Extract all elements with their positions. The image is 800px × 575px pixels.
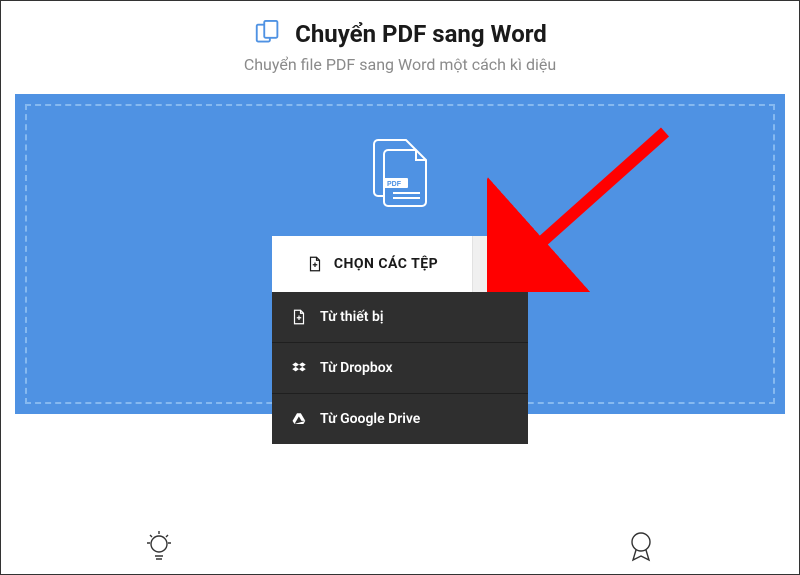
file-dropzone[interactable]: PDF CHỌN CÁC TỆP [15, 94, 785, 414]
page-subtitle: Chuyển file PDF sang Word một cách kì di… [1, 55, 799, 74]
choose-row: CHỌN CÁC TỆP [272, 236, 528, 292]
footer-icons [1, 528, 799, 564]
svg-text:PDF: PDF [387, 181, 402, 188]
dropzone-wrap: PDF CHỌN CÁC TỆP [1, 84, 799, 414]
menu-item-label: Từ Google Drive [320, 411, 420, 427]
dropbox-icon [290, 359, 308, 377]
page-header: Chuyển PDF sang Word Chuyển file PDF san… [1, 1, 799, 84]
award-icon [623, 528, 659, 564]
app-frame: Chuyển PDF sang Word Chuyển file PDF san… [0, 0, 800, 575]
menu-item-label: Từ Dropbox [320, 360, 393, 376]
pdf-file-icon: PDF [360, 130, 440, 210]
menu-item-gdrive[interactable]: Từ Google Drive [272, 394, 528, 444]
lightbulb-icon [141, 528, 177, 564]
add-file-icon [306, 255, 324, 273]
source-menu: Từ thiết bị Từ Dropbox Từ Google Drive [272, 292, 528, 444]
chevron-up-icon [493, 256, 509, 272]
menu-item-dropbox[interactable]: Từ Dropbox [272, 343, 528, 394]
header-row: Chuyển PDF sang Word [1, 19, 799, 49]
page-title: Chuyển PDF sang Word [295, 20, 547, 48]
add-file-icon [290, 308, 308, 326]
choose-files-button[interactable]: CHỌN CÁC TỆP [272, 236, 472, 292]
choose-files-label: CHỌN CÁC TỆP [334, 256, 438, 272]
source-dropdown-toggle[interactable] [472, 236, 528, 292]
menu-item-label: Từ thiết bị [320, 309, 383, 325]
menu-item-device[interactable]: Từ thiết bị [272, 292, 528, 343]
convert-icon [253, 19, 283, 49]
google-drive-icon [290, 410, 308, 428]
